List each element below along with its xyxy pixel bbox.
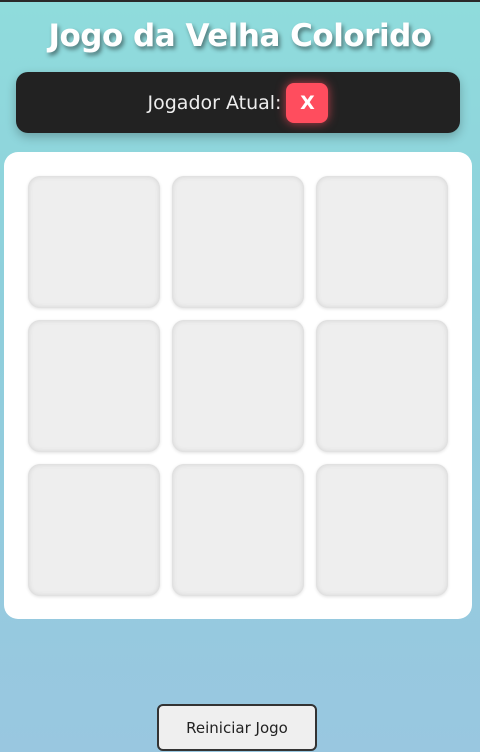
board-cell-2[interactable]	[172, 176, 304, 308]
window-top-edge	[0, 0, 480, 2]
current-player-label: Jogador Atual:	[147, 91, 282, 114]
game-board	[4, 152, 472, 619]
current-player-badge: X	[286, 82, 329, 123]
board-cell-8[interactable]	[172, 464, 304, 596]
board-cell-9[interactable]	[316, 464, 448, 596]
board-cell-1[interactable]	[28, 176, 160, 308]
current-player-panel: Jogador Atual: X	[16, 72, 460, 133]
board-cell-7[interactable]	[28, 464, 160, 596]
board-cell-6[interactable]	[316, 320, 448, 452]
reset-game-button[interactable]: Reiniciar Jogo	[157, 704, 317, 751]
board-cell-5[interactable]	[172, 320, 304, 452]
page-title: Jogo da Velha Colorido	[48, 18, 432, 54]
board-cell-3[interactable]	[316, 176, 448, 308]
board-cell-4[interactable]	[28, 320, 160, 452]
